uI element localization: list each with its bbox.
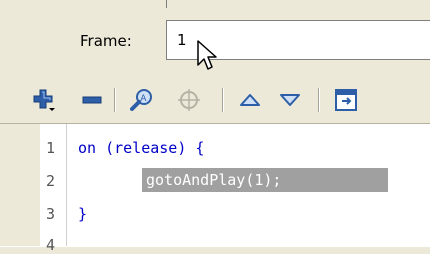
find-icon[interactable]: A [128,86,156,114]
line-number: 1 [46,139,56,157]
move-up-icon[interactable] [236,86,264,114]
code-line-2[interactable]: gotoAndPlay(1); [146,171,281,189]
add-action-icon[interactable] [30,86,58,114]
toolbar-separator [222,88,223,112]
svg-text:A: A [140,94,147,104]
code-text: (release) { [96,139,205,157]
line-number: 4 [46,236,56,254]
reference-icon[interactable] [332,86,360,114]
editor-left-margin [0,124,40,246]
toolbar-separator [114,88,115,112]
code-line-3[interactable]: } [78,205,87,223]
line-number: 3 [46,205,56,223]
target-icon[interactable] [175,86,203,114]
move-down-icon[interactable] [276,86,304,114]
code-line-1[interactable]: on (release) { [78,139,204,157]
line-number: 2 [46,172,56,190]
remove-action-icon[interactable] [79,86,107,114]
toolbar-separator [318,88,319,112]
actions-toolbar [0,78,430,122]
code-keyword: on [78,139,97,157]
frame-input-value[interactable]: 1 [177,31,187,49]
mouse-cursor-icon [197,40,217,70]
frame-panel-top-border [166,0,430,8]
frame-label: Frame: [80,32,132,50]
